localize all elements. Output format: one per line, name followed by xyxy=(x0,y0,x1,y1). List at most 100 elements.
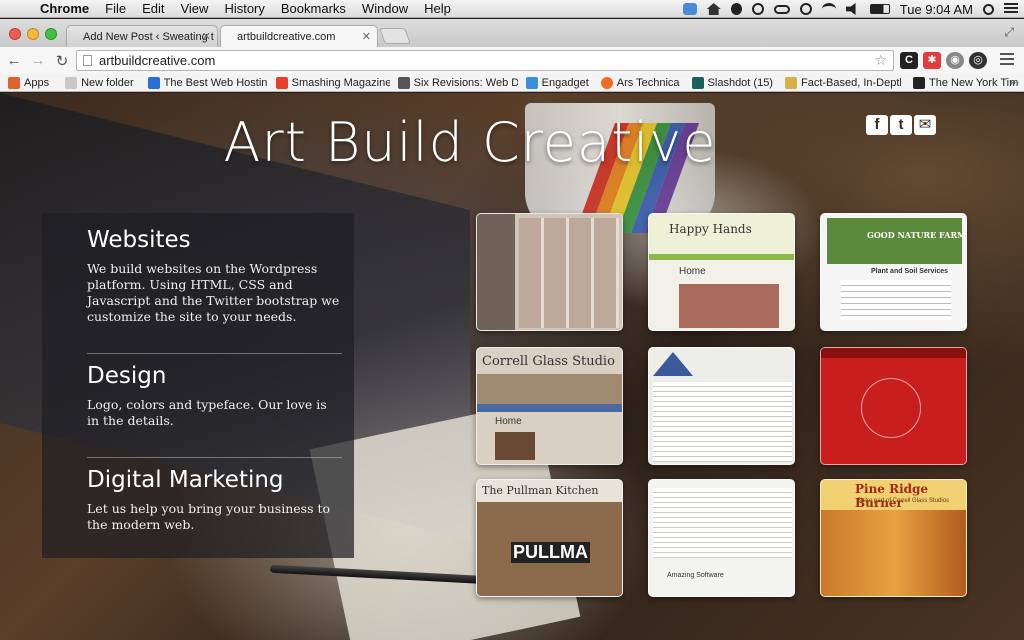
services-panel: Websites We build websites on the Wordpr… xyxy=(42,213,354,558)
service-heading: Design xyxy=(87,363,167,389)
portfolio-thumb-happy-hands[interactable]: Happy Hands Home xyxy=(648,213,795,331)
bookmark-smashing-magazine[interactable]: Smashing Magazine xyxy=(275,76,390,89)
service-websites: Websites We build websites on the Wordpr… xyxy=(87,227,342,325)
battery-icon[interactable] xyxy=(869,4,890,14)
clock-icon[interactable] xyxy=(751,3,764,15)
folder-icon xyxy=(65,76,78,89)
portfolio-thumb-collage[interactable] xyxy=(476,213,623,331)
smashing-icon xyxy=(275,76,288,89)
extension-c-icon[interactable]: C xyxy=(900,52,918,69)
bookmark-engadget[interactable]: Engadget xyxy=(525,76,589,89)
site-title[interactable]: Art Build Creative xyxy=(0,111,940,174)
back-button[interactable]: ← xyxy=(4,52,24,69)
tab-title: Add New Post ‹ Sweating t xyxy=(83,31,214,43)
window-controls xyxy=(9,28,57,40)
divider xyxy=(87,457,342,458)
portfolio-thumb-good-nature-farm[interactable]: GOOD NATURE FARM Plant and Soil Services xyxy=(820,213,967,331)
extension-dark-icon[interactable]: ◎ xyxy=(969,52,987,69)
portfolio-thumb-pine-ridge[interactable]: Pine Ridge Burner Sister part of Correll… xyxy=(820,479,967,597)
bookmark-best-web-hosting[interactable]: The Best Web Hostin xyxy=(147,76,268,89)
zoom-window-button[interactable] xyxy=(45,28,57,40)
extension-gray-icon[interactable]: ◉ xyxy=(946,52,964,69)
tab-add-new-post[interactable]: Add New Post ‹ Sweating t ✕ xyxy=(66,25,218,47)
volume-icon[interactable] xyxy=(845,3,856,15)
portfolio-thumb-church[interactable] xyxy=(648,347,795,465)
bookmark-star-icon[interactable]: ☆ xyxy=(874,51,887,70)
spotlight-search-icon[interactable] xyxy=(983,3,994,15)
thumb-text xyxy=(841,280,951,320)
thumb-nav xyxy=(477,404,622,412)
reload-button[interactable]: ↻ xyxy=(52,52,72,70)
thumb-photo xyxy=(827,218,962,264)
extension-red-icon[interactable]: ✱ xyxy=(923,52,941,69)
close-tab-icon[interactable]: ✕ xyxy=(362,26,371,47)
address-bar[interactable]: artbuildcreative.com ☆ xyxy=(76,50,894,71)
bookmark-new-folder[interactable]: New folder xyxy=(65,76,134,89)
browser-toolbar: ← → ↻ artbuildcreative.com ☆ C ✱ ◉ ◎ xyxy=(0,47,1024,74)
evernote-icon[interactable] xyxy=(730,3,742,15)
menu-file[interactable]: File xyxy=(97,0,134,18)
service-description: We build websites on the Wordpress platf… xyxy=(87,261,340,324)
page-icon xyxy=(83,55,92,66)
portfolio-thumb-software[interactable]: Amazing Software xyxy=(648,479,795,597)
bookmark-six-revisions[interactable]: Six Revisions: Web D xyxy=(397,76,518,89)
thumb-logo xyxy=(653,352,693,376)
menu-edit[interactable]: Edit xyxy=(134,0,172,18)
more-bookmarks-icon[interactable]: » xyxy=(1009,75,1016,89)
service-description: Logo, colors and typeface. Our love is i… xyxy=(87,397,327,428)
thumb-title: GOOD NATURE FARM xyxy=(867,230,966,240)
bookmark-fact-based[interactable]: Fact-Based, In-Depth xyxy=(784,76,901,89)
social-links: f t ✉ xyxy=(866,115,936,135)
minimize-window-button[interactable] xyxy=(27,28,39,40)
close-window-button[interactable] xyxy=(9,28,21,40)
bookmarks-bar: Apps New folder The Best Web Hostin Smas… xyxy=(0,74,1024,92)
mac-menu-bar: Chrome File Edit View History Bookmarks … xyxy=(0,0,1024,18)
thumb-sidebar xyxy=(477,214,515,330)
bookmark-ars-technica[interactable]: Ars Technica xyxy=(600,76,680,89)
menu-bookmarks[interactable]: Bookmarks xyxy=(273,0,354,18)
notification-center-icon[interactable] xyxy=(1004,3,1018,15)
close-tab-icon[interactable]: ✕ xyxy=(202,26,211,47)
menubar-clock[interactable]: Tue 9:04 AM xyxy=(900,2,973,17)
new-tab-button[interactable] xyxy=(379,28,411,44)
sync-icon[interactable] xyxy=(682,3,697,15)
menu-history[interactable]: History xyxy=(216,0,272,18)
bookmark-nyt[interactable]: The New York Times xyxy=(912,76,1019,89)
time-machine-icon[interactable] xyxy=(799,3,812,15)
menu-app-name[interactable]: Chrome xyxy=(32,0,97,18)
fact-icon xyxy=(784,76,797,89)
facebook-icon[interactable]: f xyxy=(866,115,888,135)
ars-icon xyxy=(600,76,613,89)
twitter-icon[interactable]: t xyxy=(890,115,912,135)
bookmark-apps[interactable]: Apps xyxy=(8,76,49,89)
slashdot-icon xyxy=(691,76,704,89)
fullscreen-icon[interactable]: ⤢ xyxy=(1004,25,1014,40)
service-heading: Websites xyxy=(87,227,191,253)
grid-icon xyxy=(147,76,160,89)
portfolio-thumb-red-site[interactable] xyxy=(820,347,967,465)
thumb-subtitle: Plant and Soil Services xyxy=(871,268,949,275)
thumb-subtitle: PULLMA xyxy=(511,542,590,563)
thumb-image-grid xyxy=(519,218,619,328)
thumb-banner xyxy=(477,374,622,404)
menu-help[interactable]: Help xyxy=(416,0,459,18)
menu-view[interactable]: View xyxy=(172,0,216,18)
glasses-icon[interactable] xyxy=(773,4,790,14)
email-icon[interactable]: ✉ xyxy=(914,115,936,135)
forward-button[interactable]: → xyxy=(28,52,48,69)
thumb-subtitle: Home xyxy=(495,416,522,427)
thumb-title: Happy Hands xyxy=(669,222,752,236)
thumb-nav xyxy=(649,254,794,260)
thumb-photo xyxy=(679,284,779,328)
portfolio-thumb-pullman-kitchen[interactable]: The Pullman Kitchen PULLMA xyxy=(476,479,623,597)
address-bar-url: artbuildcreative.com xyxy=(99,53,216,68)
menu-window[interactable]: Window xyxy=(354,0,416,18)
thumb-nav xyxy=(821,348,966,358)
tab-artbuildcreative[interactable]: artbuildcreative.com ✕ xyxy=(220,25,378,47)
bookmark-slashdot[interactable]: Slashdot (15) xyxy=(691,76,773,89)
chrome-menu-icon[interactable] xyxy=(1000,53,1014,68)
home-icon[interactable] xyxy=(706,3,721,15)
service-design: Design Logo, colors and typeface. Our lo… xyxy=(87,363,342,429)
wifi-icon[interactable] xyxy=(821,3,836,15)
portfolio-thumb-correll-glass[interactable]: Correll Glass Studio Home xyxy=(476,347,623,465)
